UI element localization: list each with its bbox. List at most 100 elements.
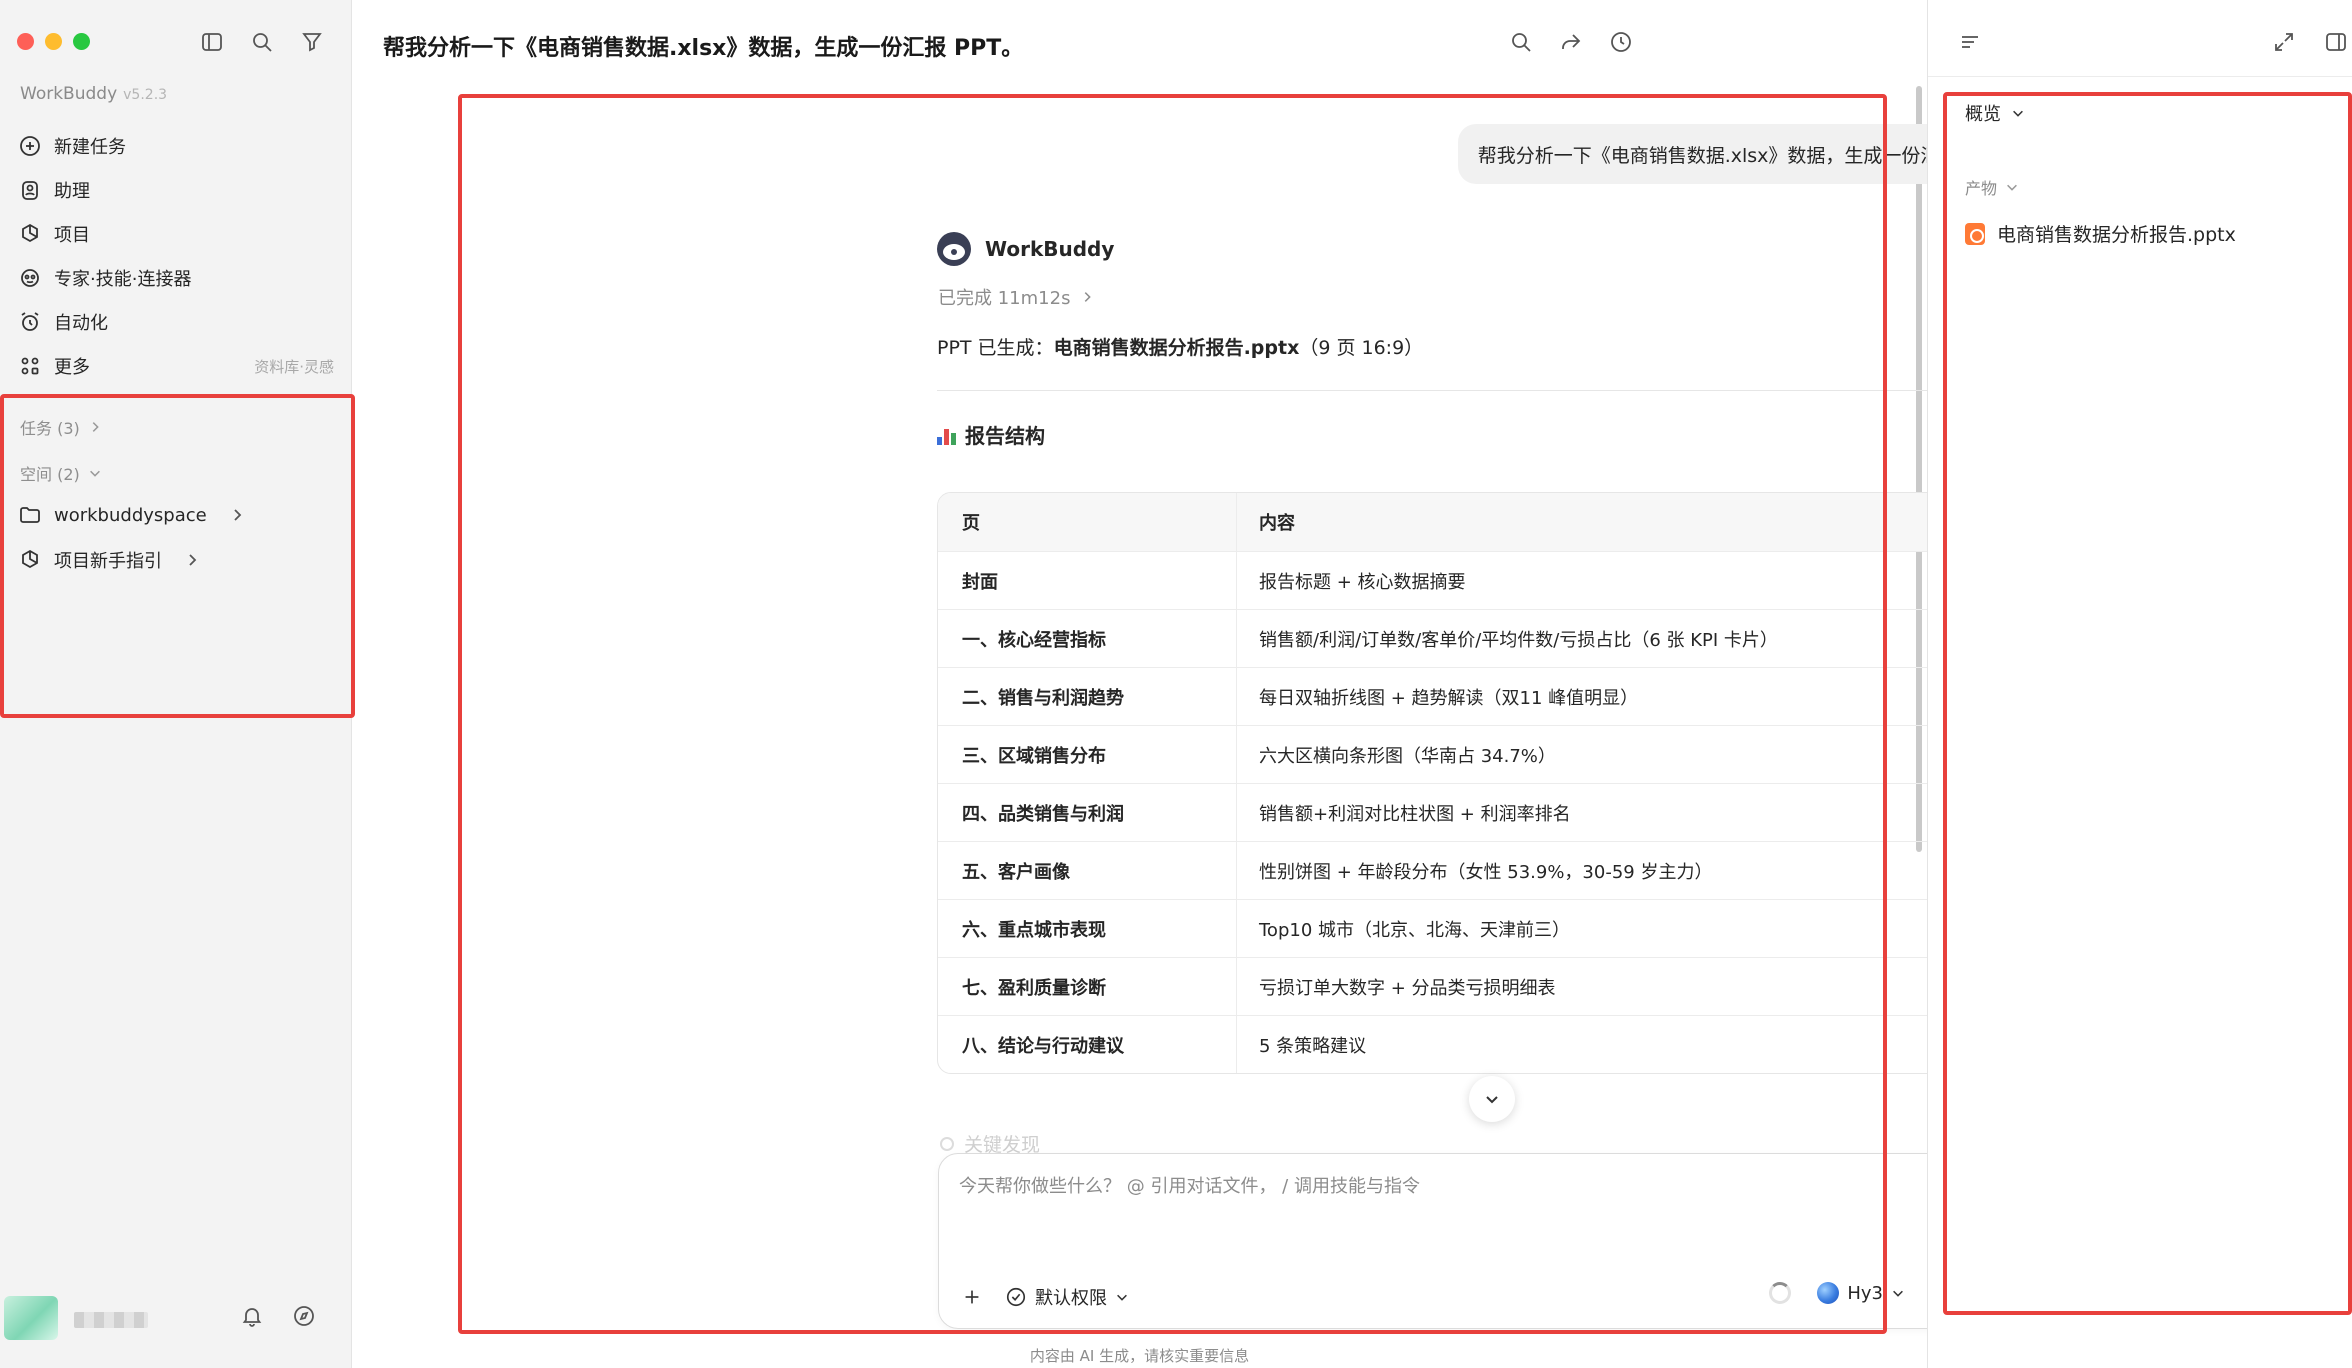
table-cell-content: 报告标题 + 核心数据摘要 [1259,571,1466,593]
sidebar-item-label: 更多 [54,357,90,378]
table-row: 二、销售与利润趋势 每日双轴折线图 + 趋势解读（双11 峰值明显） [938,667,2041,725]
filter-icon [302,33,322,52]
model-label: Hy3 [1847,1282,1883,1304]
table-header-row: 页 内容 [938,493,2041,551]
sidebar-item-new-task[interactable]: 新建任务 [18,124,334,168]
space-item-workbuddyspace[interactable]: workbuddyspace [18,503,245,527]
generated-file-name[interactable]: 电商销售数据分析报告.pptx [1054,337,1300,359]
permission-dropdown[interactable]: 默认权限 [1005,1284,1129,1310]
model-selector[interactable]: Hy3 [1817,1282,1905,1304]
table-cell-content: 六大区横向条形图（华南占 34.7%） [1259,745,1556,767]
assistant-icon [22,181,38,200]
right-panel-right-tools [2268,26,2352,58]
app-name: WorkBuddy [20,84,118,104]
section-title-text: 报告结构 [965,424,1045,448]
chevron-down-icon [1117,1294,1127,1301]
user-row [0,1294,352,1346]
share-button[interactable] [1555,26,1587,58]
table-cell-content: 销售额/利润/订单数/客单价/平均件数/亏损占比（6 张 KPI 卡片） [1259,629,1778,651]
sidebar-item-more[interactable]: 更多 资料库·灵感 [18,344,334,388]
window-controls [17,33,90,50]
permission-label: 默认权限 [1035,1288,1107,1309]
ppt-file-icon [1965,222,1985,245]
chevron-down-icon [2007,184,2017,191]
alarm-icon [21,312,39,331]
completion-status[interactable]: 已完成 11m12s [938,284,1094,310]
bar-chart-icon [937,425,957,445]
table-cell-content: 亏损订单大数字 + 分品类亏损明细表 [1259,977,1556,999]
sidebar-item-assistant[interactable]: 助理 [18,168,334,212]
table-cell-page: 六、重点城市表现 [938,900,1237,957]
space-item-project-guide[interactable]: 项目新手指引 [18,547,200,573]
table-cell-content: 性别饼图 + 年龄段分布（女性 53.9%，30-59 岁主力） [1259,861,1713,883]
close-window-button[interactable] [17,33,34,50]
page-title: 帮我分析一下《电商销售数据.xlsx》数据，生成一份汇报 PPT。 [383,36,1024,61]
sidebar-item-label: 专家·技能·连接器 [54,269,192,290]
products-section-toggle[interactable]: 产物 [1965,175,2019,199]
sidebar-item-label: 自动化 [54,313,108,334]
project-icon [22,549,38,569]
model-logo-icon [1817,1282,1840,1304]
settings-button[interactable] [292,1304,316,1332]
plus-circle-icon [20,136,40,156]
sidebar-nav: 新建任务 助理 项目 专家·技能·连接器 自动化 更多 资料库·灵感 [18,124,334,388]
tasks-section-toggle[interactable]: 任务 (3) [20,415,102,439]
panel-icon [2326,33,2346,51]
table-row: 八、结论与行动建议 5 条策略建议 [938,1015,2041,1073]
plus-icon[interactable] [961,1286,983,1308]
history-button[interactable] [1605,26,1637,58]
chevron-down-icon [89,470,100,477]
products-label: 产物 [1965,179,1998,198]
maximize-window-button[interactable] [73,33,90,50]
app-brand: WorkBuddy v5.2.3 [20,84,167,104]
minimize-window-button[interactable] [45,33,62,50]
right-panel-left-tools [1954,26,1986,58]
grid-icon [21,357,39,375]
search-button[interactable] [246,26,278,58]
sidebar-item-automation[interactable]: 自动化 [18,300,334,344]
table-row: 封面 报告标题 + 核心数据摘要 [938,551,2041,609]
bot-avatar [937,232,971,266]
username-redacted [74,1312,148,1328]
user-message: 帮我分析一下《电商销售数据.xlsx》数据，生成一份汇报 PPT。 [1106,124,2038,184]
composer-left-tools: 默认权限 [961,1284,1129,1310]
table-cell-page: 五、客户画像 [938,842,1237,899]
expert-icon [21,269,39,287]
expand-icon [2275,33,2293,51]
compass-icon [294,1306,314,1326]
sidebar-item-project[interactable]: 项目 [18,212,334,256]
scroll-to-bottom-button[interactable] [1469,1076,1515,1122]
right-panel-divider [1928,76,2352,77]
chevron-right-icon [1085,292,1092,302]
filter-button[interactable] [296,26,328,58]
table-cell-content: 每日双轴折线图 + 趋势解读（双11 峰值明显） [1259,687,1639,709]
message-input[interactable] [959,1168,1959,1204]
table-cell-page: 二、销售与利润趋势 [938,668,1237,725]
notifications-button[interactable] [240,1304,264,1332]
sidebar: WorkBuddy v5.2.3 新建任务 助理 项目 专家·技能·连接器 自动化… [0,0,352,1368]
sidebar-toolbar [196,26,328,58]
avatar[interactable] [4,1296,58,1340]
table-header-cell: 内容 [1259,513,1295,534]
chevron-right-icon [92,422,99,432]
sidebar-toggle-icon [202,33,222,51]
spaces-section-toggle[interactable]: 空间 (2) [20,461,102,485]
sidebar-item-more-extra[interactable]: 资料库·灵感 [254,356,334,377]
outline-toggle-button[interactable] [1954,26,1986,58]
bullet-icon [940,1136,954,1151]
sidebar-item-experts[interactable]: 专家·技能·连接器 [18,256,334,300]
product-file-item[interactable]: 电商销售数据分析报告.pptx [1965,220,2236,247]
toggle-right-panel-button[interactable] [2320,26,2352,58]
overview-dropdown[interactable]: 概览 [1965,100,2025,126]
clock-icon [1611,32,1631,52]
expand-panel-button[interactable] [2268,26,2300,58]
ai-disclaimer: 内容由 AI 生成，请核实重要信息 [1029,1347,1250,1365]
table-cell-page: 封面 [938,552,1237,609]
divider [937,390,2042,391]
table-row: 一、核心经营指标 销售额/利润/订单数/客单价/平均件数/亏损占比（6 张 KP… [938,609,2041,667]
search-chat-button[interactable] [1505,26,1537,58]
toggle-sidebar-button[interactable] [196,26,228,58]
generation-result: PPT 已生成：电商销售数据分析报告.pptx（9 页 16:9） [937,333,1423,360]
overview-label: 概览 [1965,104,2001,125]
product-file-name: 电商销售数据分析报告.pptx [1997,224,2236,246]
